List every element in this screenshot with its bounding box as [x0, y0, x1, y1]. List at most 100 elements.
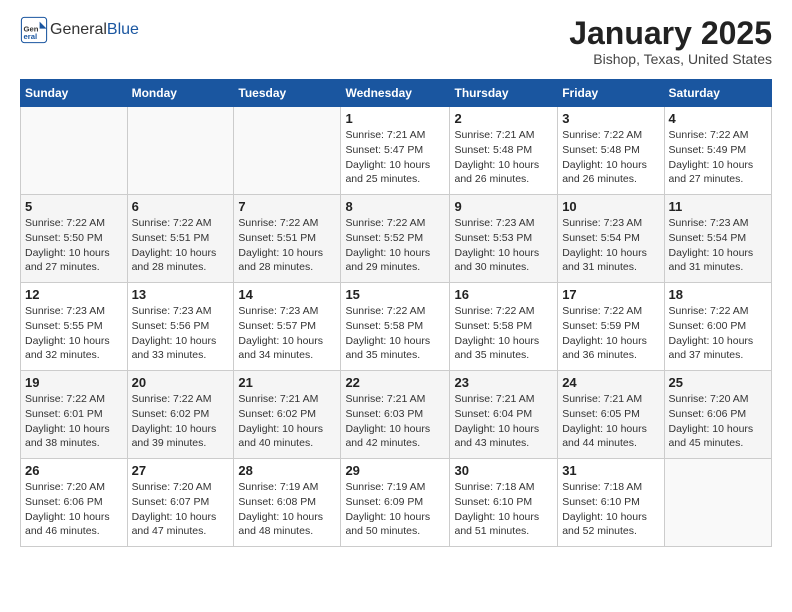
logo-general-text: General [50, 21, 107, 38]
day-info: Sunrise: 7:22 AM Sunset: 6:02 PM Dayligh… [132, 392, 230, 451]
day-info: Sunrise: 7:22 AM Sunset: 6:00 PM Dayligh… [669, 304, 767, 363]
logo-blue-text: Blue [107, 21, 139, 38]
calendar-cell: 7Sunrise: 7:22 AM Sunset: 5:51 PM Daylig… [234, 195, 341, 283]
calendar-cell: 27 Sunrise: 7:20 AM Sunset: 6:07 PM Dayli… [127, 459, 234, 547]
day-info: Sunrise: 7:22 AM Sunset: 5:51 PM Dayligh… [132, 216, 230, 275]
day-info: Sunrise: 7:23 AM Sunset: 5:57 PM Dayligh… [238, 304, 336, 363]
day-number: 15 [345, 287, 445, 302]
day-number: 29 [345, 463, 445, 478]
day-number: 9 [454, 199, 553, 214]
day-info: Sunrise: 7:22 AM Sunset: 5:48 PM Dayligh… [562, 128, 659, 187]
day-number: 21 [238, 375, 336, 390]
day-number: 26 [25, 463, 123, 478]
day-number: 14 [238, 287, 336, 302]
day-info: Sunrise: 7:22 AM Sunset: 5:59 PM Dayligh… [562, 304, 659, 363]
header-row: SundayMondayTuesdayWednesdayThursdayFrid… [21, 80, 772, 107]
day-info: Sunrise: 7:18 AM Sunset: 6:10 PM Dayligh… [562, 480, 659, 539]
calendar-cell: 17 Sunrise: 7:22 AM Sunset: 5:59 PM Dayli… [558, 283, 664, 371]
day-info: Sunrise: 7:20 AM Sunset: 6:07 PM Dayligh… [132, 480, 230, 539]
day-info: Sunrise: 7:19 AM Sunset: 6:09 PM Dayligh… [345, 480, 445, 539]
calendar-cell: 19 Sunrise: 7:22 AM Sunset: 6:01 PM Dayli… [21, 371, 128, 459]
day-number: 10 [562, 199, 659, 214]
day-info: Sunrise: 7:22 AM Sunset: 5:49 PM Dayligh… [669, 128, 767, 187]
day-number: 1 [345, 111, 445, 126]
day-number: 8 [345, 199, 445, 214]
calendar-cell: 10 Sunrise: 7:23 AM Sunset: 5:54 PM Dayli… [558, 195, 664, 283]
day-number: 11 [669, 199, 767, 214]
header-day-tuesday: Tuesday [234, 80, 341, 107]
day-info: Sunrise: 7:22 AM Sunset: 5:51 PM Dayligh… [238, 216, 336, 275]
week-row-3: 12Sunrise: 7:23 AM Sunset: 5:55 PM Dayli… [21, 283, 772, 371]
calendar-cell: 21 Sunrise: 7:21 AM Sunset: 6:02 PM Dayli… [234, 371, 341, 459]
day-number: 6 [132, 199, 230, 214]
day-number: 24 [562, 375, 659, 390]
header-day-saturday: Saturday [664, 80, 771, 107]
day-info: Sunrise: 7:22 AM Sunset: 5:58 PM Dayligh… [454, 304, 553, 363]
header-day-monday: Monday [127, 80, 234, 107]
page-container: Gen eral GeneralBlue January 2025 Bishop… [0, 0, 792, 567]
calendar-cell: 9 Sunrise: 7:23 AM Sunset: 5:53 PM Daylig… [450, 195, 558, 283]
calendar-cell [21, 107, 128, 195]
day-number: 28 [238, 463, 336, 478]
day-info: Sunrise: 7:21 AM Sunset: 6:02 PM Dayligh… [238, 392, 336, 451]
day-number: 17 [562, 287, 659, 302]
calendar-cell: 5Sunrise: 7:22 AM Sunset: 5:50 PM Daylig… [21, 195, 128, 283]
calendar-cell: 12Sunrise: 7:23 AM Sunset: 5:55 PM Dayli… [21, 283, 128, 371]
calendar-cell: 23Sunrise: 7:21 AM Sunset: 6:04 PM Dayli… [450, 371, 558, 459]
day-info: Sunrise: 7:21 AM Sunset: 6:05 PM Dayligh… [562, 392, 659, 451]
day-info: Sunrise: 7:23 AM Sunset: 5:54 PM Dayligh… [562, 216, 659, 275]
calendar-cell: 28 Sunrise: 7:19 AM Sunset: 6:08 PM Dayli… [234, 459, 341, 547]
calendar-cell: 16 Sunrise: 7:22 AM Sunset: 5:58 PM Dayli… [450, 283, 558, 371]
day-number: 13 [132, 287, 230, 302]
svg-text:eral: eral [24, 32, 38, 41]
day-number: 16 [454, 287, 553, 302]
calendar-cell: 2Sunrise: 7:21 AM Sunset: 5:48 PM Daylig… [450, 107, 558, 195]
calendar-cell: 13Sunrise: 7:23 AM Sunset: 5:56 PM Dayli… [127, 283, 234, 371]
calendar-cell: 29 Sunrise: 7:19 AM Sunset: 6:09 PM Dayli… [341, 459, 450, 547]
day-number: 25 [669, 375, 767, 390]
calendar-cell: 20 Sunrise: 7:22 AM Sunset: 6:02 PM Dayli… [127, 371, 234, 459]
day-number: 19 [25, 375, 123, 390]
day-info: Sunrise: 7:21 AM Sunset: 6:03 PM Dayligh… [345, 392, 445, 451]
day-info: Sunrise: 7:18 AM Sunset: 6:10 PM Dayligh… [454, 480, 553, 539]
title-block: January 2025 Bishop, Texas, United State… [569, 16, 772, 67]
calendar-cell: 8 Sunrise: 7:22 AM Sunset: 5:52 PM Daylig… [341, 195, 450, 283]
day-info: Sunrise: 7:22 AM Sunset: 5:52 PM Dayligh… [345, 216, 445, 275]
calendar-cell [664, 459, 771, 547]
location: Bishop, Texas, United States [569, 51, 772, 67]
day-info: Sunrise: 7:21 AM Sunset: 6:04 PM Dayligh… [454, 392, 553, 451]
week-row-1: 1Sunrise: 7:21 AM Sunset: 5:47 PM Daylig… [21, 107, 772, 195]
month-title: January 2025 [569, 16, 772, 51]
day-number: 5 [25, 199, 123, 214]
calendar-cell: 22 Sunrise: 7:21 AM Sunset: 6:03 PM Dayli… [341, 371, 450, 459]
day-info: Sunrise: 7:21 AM Sunset: 5:48 PM Dayligh… [454, 128, 553, 187]
day-number: 4 [669, 111, 767, 126]
calendar-cell: 3 Sunrise: 7:22 AM Sunset: 5:48 PM Daylig… [558, 107, 664, 195]
day-number: 18 [669, 287, 767, 302]
week-row-4: 19 Sunrise: 7:22 AM Sunset: 6:01 PM Dayli… [21, 371, 772, 459]
header: Gen eral GeneralBlue January 2025 Bishop… [20, 16, 772, 67]
day-number: 22 [345, 375, 445, 390]
week-row-2: 5Sunrise: 7:22 AM Sunset: 5:50 PM Daylig… [21, 195, 772, 283]
header-day-friday: Friday [558, 80, 664, 107]
day-number: 27 [132, 463, 230, 478]
day-number: 3 [562, 111, 659, 126]
calendar-cell: 4 Sunrise: 7:22 AM Sunset: 5:49 PM Daylig… [664, 107, 771, 195]
header-day-sunday: Sunday [21, 80, 128, 107]
day-number: 31 [562, 463, 659, 478]
day-info: Sunrise: 7:22 AM Sunset: 6:01 PM Dayligh… [25, 392, 123, 451]
day-info: Sunrise: 7:23 AM Sunset: 5:54 PM Dayligh… [669, 216, 767, 275]
calendar-table: SundayMondayTuesdayWednesdayThursdayFrid… [20, 79, 772, 547]
day-info: Sunrise: 7:23 AM Sunset: 5:53 PM Dayligh… [454, 216, 553, 275]
calendar-cell: 6 Sunrise: 7:22 AM Sunset: 5:51 PM Daylig… [127, 195, 234, 283]
day-info: Sunrise: 7:23 AM Sunset: 5:55 PM Dayligh… [25, 304, 123, 363]
day-info: Sunrise: 7:19 AM Sunset: 6:08 PM Dayligh… [238, 480, 336, 539]
day-number: 20 [132, 375, 230, 390]
day-info: Sunrise: 7:20 AM Sunset: 6:06 PM Dayligh… [25, 480, 123, 539]
calendar-cell: 30Sunrise: 7:18 AM Sunset: 6:10 PM Dayli… [450, 459, 558, 547]
header-day-thursday: Thursday [450, 80, 558, 107]
calendar-cell: 1Sunrise: 7:21 AM Sunset: 5:47 PM Daylig… [341, 107, 450, 195]
logo: Gen eral GeneralBlue [20, 16, 139, 44]
week-row-5: 26 Sunrise: 7:20 AM Sunset: 6:06 PM Dayli… [21, 459, 772, 547]
calendar-cell: 14 Sunrise: 7:23 AM Sunset: 5:57 PM Dayli… [234, 283, 341, 371]
